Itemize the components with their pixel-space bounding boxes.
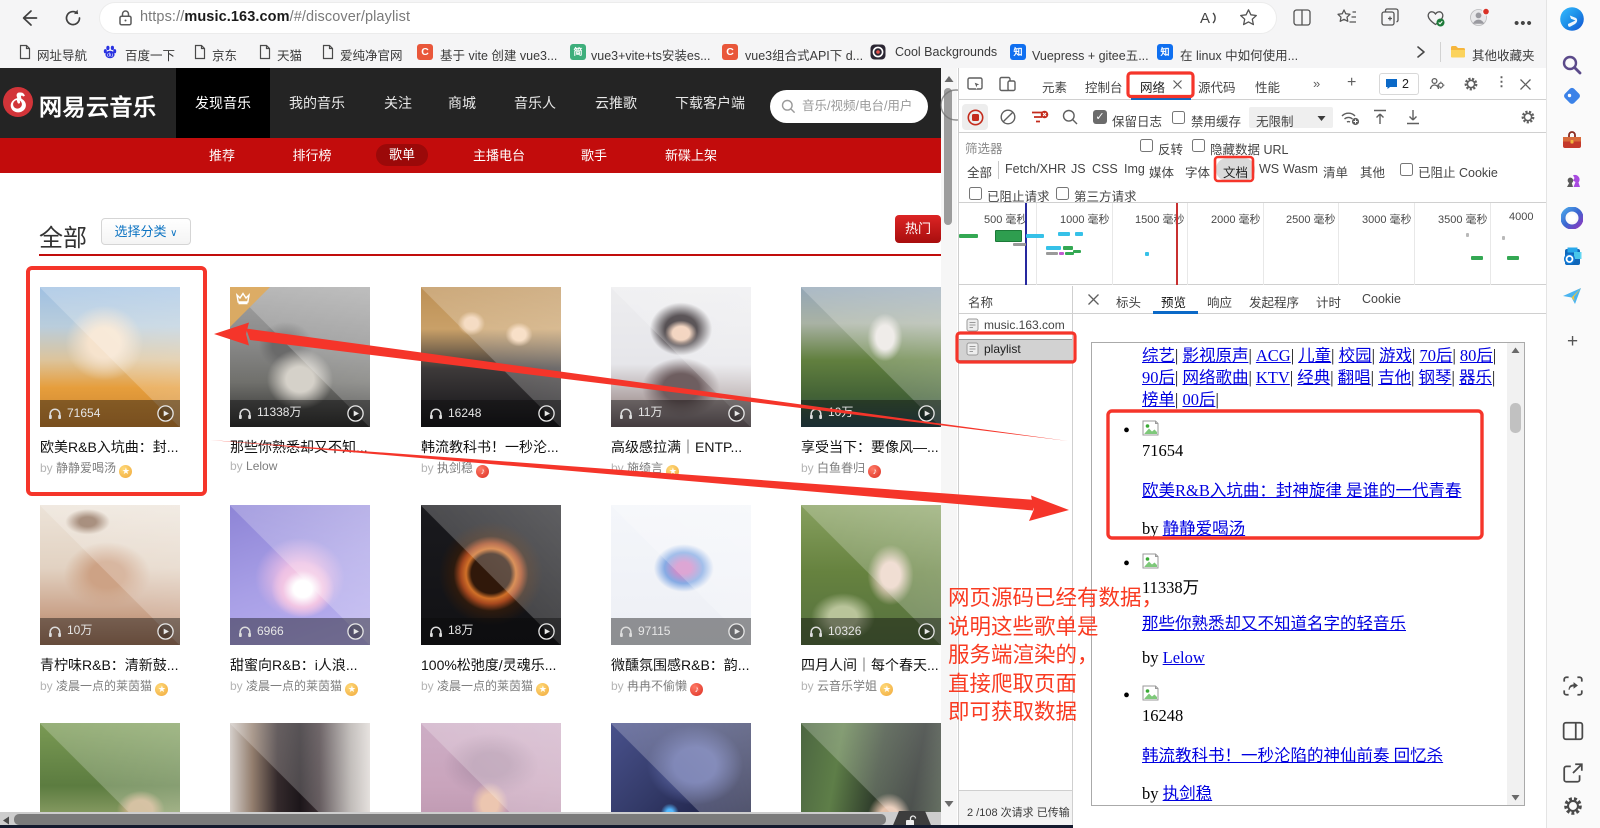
svg-text:du: du xyxy=(107,53,113,59)
svg-text:A: A xyxy=(1200,10,1210,27)
